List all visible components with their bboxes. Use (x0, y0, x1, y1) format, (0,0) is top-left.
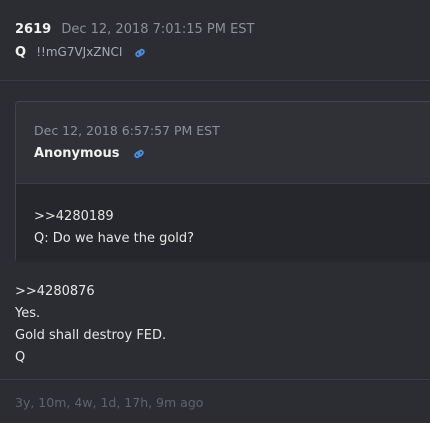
post-footer: 3y, 10m, 4w, 1d, 17h, 9m ago (0, 379, 430, 423)
quoted-post-author: Anonymous (34, 146, 120, 161)
post-card: 2619 Dec 12, 2018 7:01:15 PM EST Q !!mG7… (0, 0, 430, 423)
post-text-line: Yes. (15, 306, 41, 321)
quoted-post-date: Dec 12, 2018 6:57:57 PM EST (34, 123, 220, 138)
post-text-line: Gold shall destroy FED. (15, 328, 167, 343)
post-header: 2619 Dec 12, 2018 7:01:15 PM EST (15, 21, 254, 39)
time-ago: 3y, 10m, 4w, 1d, 17h, 9m ago (15, 395, 204, 410)
post-author: Q (15, 45, 27, 60)
quoted-post-text: Q: Do we have the gold? (34, 231, 195, 246)
post-date: Dec 12, 2018 7:01:15 PM EST (61, 22, 255, 37)
post-reference[interactable]: >>4280876 (15, 281, 166, 303)
post-author-line: Q !!mG7VJxZNCI (15, 43, 147, 62)
quoted-post: Dec 12, 2018 6:57:57 PM EST Anonymous >>… (15, 101, 430, 262)
post-tripcode: !!mG7VJxZNCI (36, 45, 123, 59)
quoted-post-reference[interactable]: >>4280189 (34, 206, 430, 228)
header-divider (0, 80, 430, 81)
quoted-post-author-line: Anonymous (34, 146, 146, 161)
link-icon[interactable] (132, 147, 146, 161)
link-icon[interactable] (133, 46, 147, 60)
post-number[interactable]: 2619 (15, 22, 51, 37)
post-body: >>4280876 Yes. Gold shall destroy FED. Q (15, 281, 166, 369)
post-signature: Q (15, 350, 26, 365)
quoted-post-body: >>4280189 Q: Do we have the gold? (16, 183, 430, 262)
